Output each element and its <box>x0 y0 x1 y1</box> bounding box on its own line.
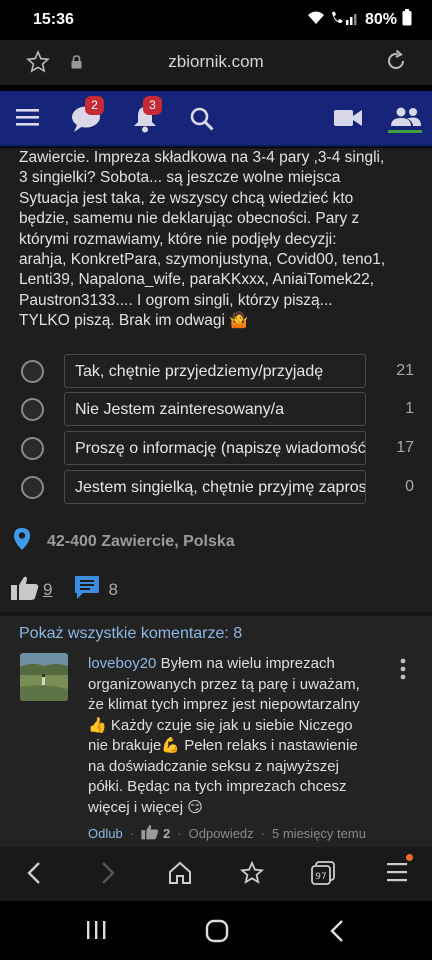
poll-option-label: Tak, chętnie przyjedziemy/przyjadę <box>75 363 324 380</box>
poll-radio-button[interactable] <box>21 398 44 421</box>
browser-toolbar: 97 <box>0 847 432 901</box>
reload-icon[interactable] <box>384 49 408 78</box>
messages-badge: 2 <box>85 96 104 115</box>
comment-actions: Odlub · 2 · Odpowiedz · 5 miesięcy temu <box>88 824 366 843</box>
show-all-comments-link[interactable]: Pokaż wszystkie komentarze: 8 <box>19 625 242 643</box>
poll-radio-button[interactable] <box>21 360 44 383</box>
poll-vote-count: 21 <box>396 362 414 379</box>
url-text[interactable]: zbiornik.com <box>0 52 432 72</box>
poll-vote-count: 1 <box>405 400 414 417</box>
poll-radio-button[interactable] <box>21 437 44 460</box>
unlike-link[interactable]: Odlub <box>88 826 123 841</box>
poll-option-box[interactable]: Proszę o informację (napiszę wiadomość) <box>64 431 366 465</box>
comments-section: Pokaż wszystkie komentarze: 8 loveboy20 … <box>0 616 432 847</box>
active-tab-indicator <box>388 130 422 133</box>
comment-icon[interactable] <box>74 575 100 605</box>
more-options-icon[interactable] <box>400 658 406 685</box>
post-reactions: 9 8 <box>11 575 118 605</box>
separator-dot: · <box>177 826 182 841</box>
location-text: 42-400 Zawiercie, Polska <box>47 532 235 550</box>
bookmarks-star-icon[interactable] <box>239 860 265 890</box>
comment-likes-count: 2 <box>163 826 171 841</box>
home-icon[interactable] <box>168 861 192 890</box>
comment-thumbs-up-icon[interactable] <box>141 824 159 843</box>
likes-count[interactable]: 9 <box>43 580 52 600</box>
map-pin-icon <box>13 527 31 556</box>
video-camera-icon[interactable] <box>334 109 362 132</box>
status-time: 15:36 <box>33 11 74 28</box>
avatar[interactable] <box>20 653 68 701</box>
forward-arrow-icon[interactable] <box>100 861 116 890</box>
reply-link[interactable]: Odpowiedz <box>189 826 254 841</box>
notifications-bell-icon[interactable]: 3 <box>133 96 162 138</box>
system-back-icon[interactable] <box>329 919 345 948</box>
poll-option[interactable]: Tak, chętnie przyjedziemy/przyjadę 21 <box>0 354 432 388</box>
post-body-text: Zawiercie. Impreza składkowa na 3-4 pary… <box>19 149 386 330</box>
battery-percent: 80% <box>364 11 397 28</box>
comment-body: loveboy20 Byłem na wielu imprezach organ… <box>88 654 398 818</box>
browser-menu-icon[interactable] <box>386 861 408 888</box>
status-bar: 15:36 80% <box>0 0 432 40</box>
site-nav-bar: 2 3 <box>0 91 432 147</box>
poll-option[interactable]: Nie Jestem zainteresowany/a 1 <box>0 392 432 426</box>
poll-vote-count: 0 <box>405 478 414 495</box>
poll-option-box[interactable]: Nie Jestem zainteresowany/a <box>64 392 366 426</box>
poll-option[interactable]: Proszę o informację (napiszę wiadomość) … <box>0 431 432 465</box>
browser-url-bar: zbiornik.com <box>0 40 432 85</box>
back-arrow-icon[interactable] <box>26 861 42 890</box>
post-location[interactable]: 42-400 Zawiercie, Polska <box>13 527 235 556</box>
recent-apps-icon[interactable] <box>85 919 107 946</box>
system-nav-bar <box>0 901 432 960</box>
separator-dot: · <box>260 826 266 841</box>
poll-option-label: Nie Jestem zainteresowany/a <box>75 401 284 418</box>
poll-option-box[interactable]: Tak, chętnie przyjedziemy/przyjadę <box>64 354 366 388</box>
thumbs-up-icon[interactable] <box>11 575 39 606</box>
messages-icon[interactable]: 2 <box>71 96 104 138</box>
call-signal-icon <box>330 10 360 31</box>
battery-icon <box>402 9 412 31</box>
tabs-count: 97 <box>315 872 326 882</box>
post-content: Zawiercie. Impreza składkowa na 3-4 pary… <box>0 148 432 847</box>
comment-text: Byłem na wielu imprezach organizowanych … <box>88 655 360 816</box>
hamburger-menu-icon[interactable] <box>16 107 40 132</box>
poll-option-label: Jestem singielką, chętnie przyjmę zapros… <box>75 479 366 496</box>
poll-option-label: Proszę o informację (napiszę wiadomość) <box>75 440 366 457</box>
poll-option-box[interactable]: Jestem singielką, chętnie przyjmę zapros… <box>64 470 366 504</box>
wifi-icon <box>307 10 325 31</box>
notifications-badge: 3 <box>143 96 162 115</box>
tabs-icon[interactable]: 97 <box>311 861 335 890</box>
comment-author[interactable]: loveboy20 <box>88 655 156 672</box>
search-icon[interactable] <box>190 107 214 136</box>
menu-notification-dot <box>406 854 413 861</box>
users-icon[interactable] <box>390 107 422 132</box>
poll-radio-button[interactable] <box>21 476 44 499</box>
comments-count: 8 <box>108 580 118 599</box>
poll-vote-count: 17 <box>396 439 414 456</box>
poll-option[interactable]: Jestem singielką, chętnie przyjmę zapros… <box>0 470 432 504</box>
system-home-icon[interactable] <box>205 919 229 948</box>
separator-dot: · <box>129 826 135 841</box>
comment-time: 5 miesięcy temu <box>272 826 366 841</box>
